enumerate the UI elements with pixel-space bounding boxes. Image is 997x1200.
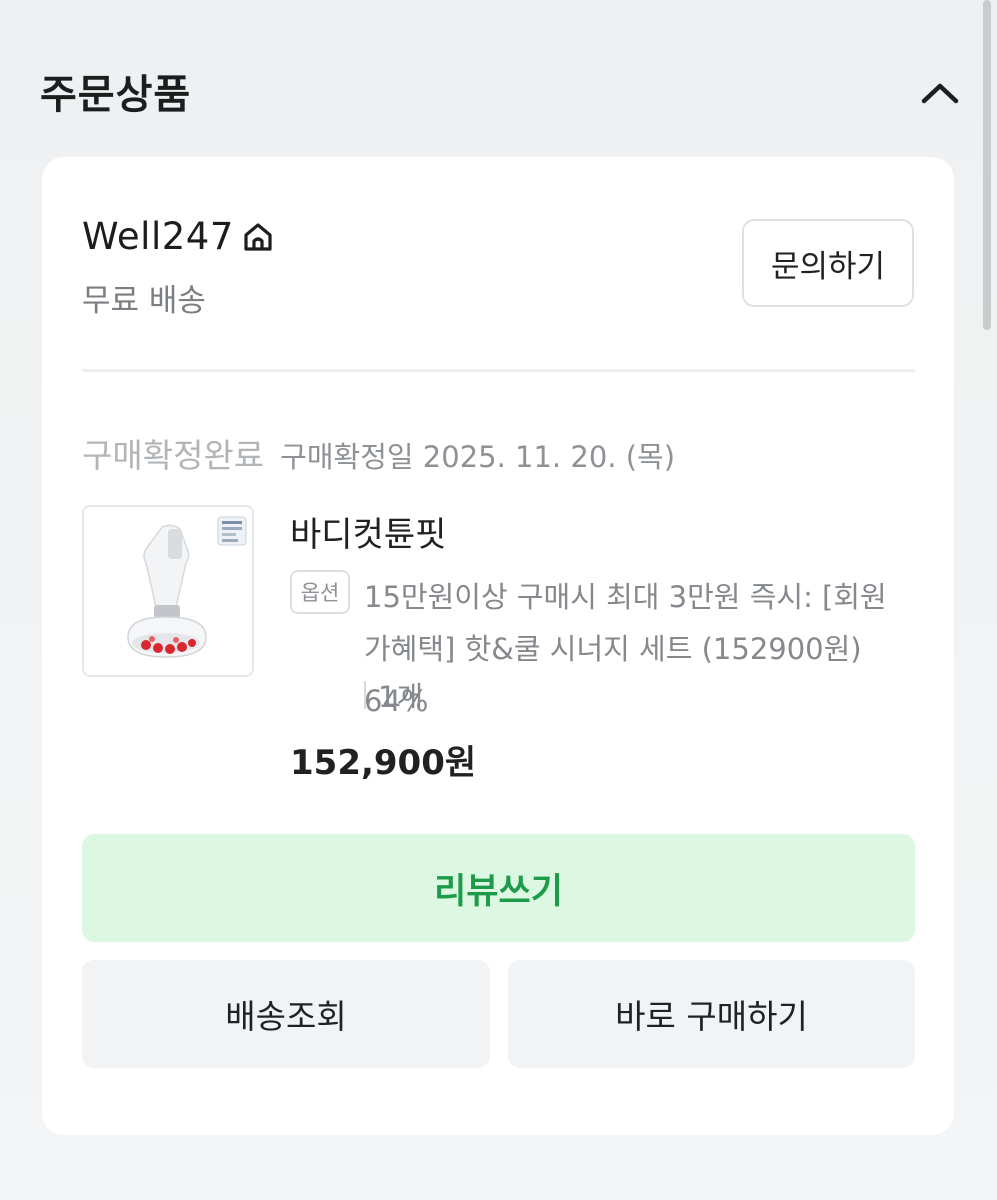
- product-price: 152,900원: [290, 743, 477, 783]
- product-name[interactable]: 바디컷튠핏: [290, 507, 446, 556]
- write-review-button[interactable]: 리뷰쓰기: [82, 834, 915, 942]
- order-items-header: 주문상품: [0, 0, 997, 160]
- seller-name[interactable]: Well247: [82, 215, 234, 258]
- order-card: Well247 무료 배송 문의하기 구매확정완료 구매확정일 2025. 11…: [42, 157, 954, 1135]
- shipping-info: 무료 배송: [82, 283, 206, 319]
- scrollbar[interactable]: [983, 0, 991, 330]
- track-delivery-button[interactable]: 배송조회: [82, 960, 490, 1068]
- order-status-row: 구매확정완료 구매확정일 2025. 11. 20. (목): [82, 429, 675, 477]
- confirm-date: 구매확정일 2025. 11. 20. (목): [280, 440, 676, 474]
- inquiry-button[interactable]: 문의하기: [742, 219, 914, 307]
- order-status: 구매확정완료: [82, 436, 265, 475]
- chevron-up-icon: [921, 83, 959, 104]
- collapse-button[interactable]: [915, 68, 965, 118]
- product-image: [127, 516, 247, 658]
- buy-now-button[interactable]: 바로 구매하기: [508, 960, 915, 1068]
- quantity: 1개: [378, 680, 424, 714]
- divider: [82, 369, 915, 372]
- section-title: 주문상품: [40, 72, 192, 118]
- quantity-separator: [364, 681, 366, 709]
- option-text: 15만원이상 구매시 최대 3만원 즉시: [회원가혜택] 핫&쿨 시너지 세트…: [364, 580, 887, 718]
- product-thumbnail[interactable]: [82, 505, 254, 677]
- home-icon[interactable]: [240, 219, 276, 255]
- seller-row: Well247: [82, 215, 276, 258]
- option-badge: 옵션: [290, 570, 350, 614]
- quantity-row: 1개: [364, 669, 423, 721]
